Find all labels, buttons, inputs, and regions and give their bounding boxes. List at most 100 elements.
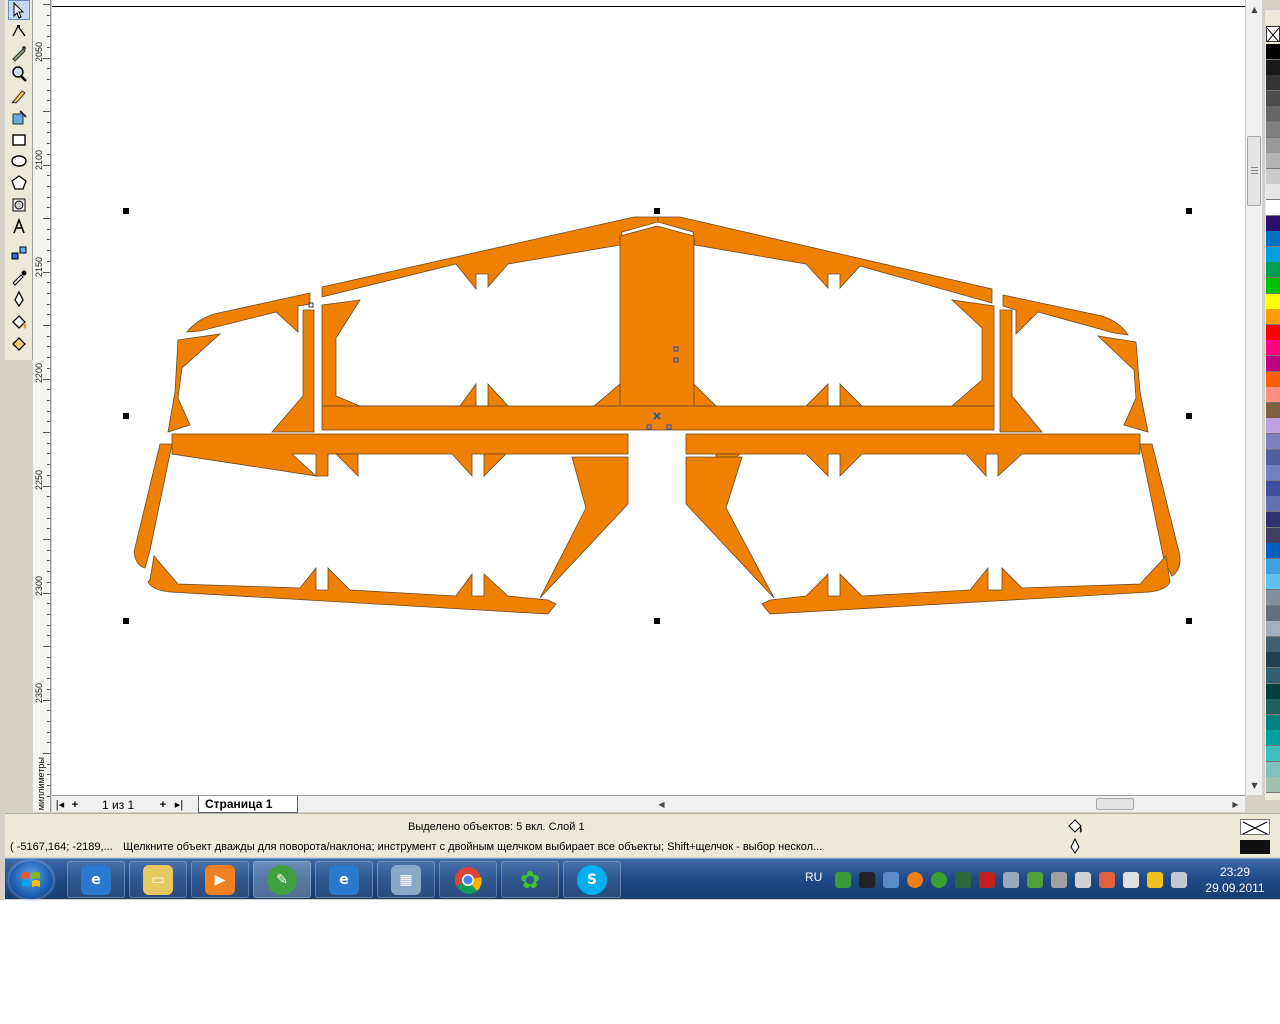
tray-icon[interactable]	[955, 872, 971, 888]
scroll-up-icon[interactable]: ▲	[1247, 2, 1262, 17]
palette-swatch[interactable]	[1266, 668, 1280, 684]
volume-icon[interactable]	[1099, 872, 1115, 888]
palette-swatch[interactable]	[1266, 59, 1280, 76]
tray-icon[interactable]	[883, 872, 899, 888]
palette-swatch[interactable]	[1266, 122, 1280, 138]
tray-icon[interactable]	[1051, 872, 1067, 888]
palette-swatch[interactable]	[1266, 480, 1280, 497]
palette-swatch[interactable]	[1266, 636, 1280, 653]
palette-swatch[interactable]	[1266, 683, 1280, 700]
blend-tool-icon[interactable]	[8, 243, 30, 263]
rectangle-tool-icon[interactable]	[8, 130, 30, 150]
utorrent-icon[interactable]	[931, 872, 947, 888]
palette-swatch[interactable]	[1266, 231, 1280, 248]
taskbar-chrome-button[interactable]	[439, 861, 497, 898]
palette-swatch[interactable]	[1266, 262, 1280, 279]
horizontal-scroll-thumb[interactable]	[1096, 798, 1134, 810]
palette-swatch[interactable]	[1266, 137, 1280, 154]
palette-swatch[interactable]	[1266, 278, 1280, 294]
palette-swatch[interactable]	[1266, 558, 1280, 575]
palette-swatch[interactable]	[1266, 496, 1280, 513]
palette-swatch[interactable]	[1266, 714, 1280, 731]
interactive-fill-icon[interactable]	[8, 334, 30, 354]
taskbar-ie2-button[interactable]: e	[315, 861, 373, 898]
last-page-icon[interactable]: ▸|	[172, 797, 186, 812]
fill-bucket-icon[interactable]	[1067, 818, 1083, 834]
taskbar-ie-button[interactable]: e	[67, 861, 125, 898]
palette-swatch[interactable]	[1266, 293, 1280, 310]
first-page-icon[interactable]: |◂	[54, 797, 66, 812]
palette-swatch[interactable]	[1266, 324, 1280, 341]
palette-swatch[interactable]	[1266, 371, 1280, 388]
drawing-canvas[interactable]	[52, 0, 1245, 795]
tray-icon[interactable]	[907, 872, 923, 888]
start-button[interactable]	[9, 861, 53, 899]
palette-swatch[interactable]	[1266, 465, 1280, 482]
smart-fill-icon[interactable]	[8, 108, 30, 128]
palette-swatch[interactable]	[1266, 527, 1280, 544]
scroll-down-icon[interactable]: ▼	[1247, 778, 1262, 793]
polygon-tool-icon[interactable]	[8, 173, 30, 193]
palette-swatch[interactable]	[1266, 200, 1280, 216]
taskbar-explorer-button[interactable]: ▭	[129, 861, 187, 898]
text-tool-icon[interactable]	[8, 216, 30, 236]
flag-icon[interactable]	[1123, 872, 1139, 888]
tray-icon[interactable]	[979, 872, 995, 888]
palette-swatch[interactable]	[1266, 246, 1280, 263]
palette-swatch[interactable]	[1266, 44, 1280, 60]
palette-swatch[interactable]	[1266, 215, 1280, 232]
palette-swatch[interactable]	[1266, 699, 1280, 716]
palette-swatch[interactable]	[1266, 543, 1280, 560]
palette-swatch[interactable]	[1266, 512, 1280, 528]
palette-swatch[interactable]	[1266, 387, 1280, 404]
palette-swatch[interactable]	[1266, 75, 1280, 92]
outline-pen-icon[interactable]	[8, 289, 30, 309]
scroll-right-icon[interactable]: ▶	[1228, 797, 1243, 812]
outline-color-swatch[interactable]	[1240, 840, 1270, 854]
steam-icon[interactable]	[859, 872, 875, 888]
vertical-scrollbar[interactable]: ▲ ▼	[1245, 0, 1262, 795]
palette-swatch[interactable]	[1266, 153, 1280, 170]
zoom-tool-icon[interactable]	[8, 64, 30, 84]
eyedropper-icon[interactable]	[8, 267, 30, 287]
smear-tool-icon[interactable]	[8, 43, 30, 63]
network-icon[interactable]	[1147, 872, 1163, 888]
tray-icon[interactable]	[835, 872, 851, 888]
outline-pen-icon[interactable]	[1067, 838, 1083, 854]
taskbar-coreldraw-button[interactable]: ✎	[253, 861, 311, 898]
basic-shapes-icon[interactable]	[8, 195, 30, 215]
no-color-swatch[interactable]	[1266, 26, 1280, 43]
palette-swatch[interactable]	[1266, 90, 1280, 107]
palette-swatch[interactable]	[1266, 449, 1280, 466]
clock-time[interactable]: 23:29	[1205, 865, 1265, 879]
palette-swatch[interactable]	[1266, 184, 1280, 201]
pick-tool-icon[interactable]	[8, 0, 30, 20]
palette-swatch[interactable]	[1266, 574, 1280, 591]
taskbar-calculator-button[interactable]: ▦	[377, 861, 435, 898]
vertical-ruler[interactable]: 2050 2100 2150 2200 2250 2300 2350	[33, 0, 51, 812]
palette-swatch[interactable]	[1266, 730, 1280, 747]
drawing-svg[interactable]	[52, 0, 1245, 795]
freehand-tool-icon[interactable]	[8, 86, 30, 106]
palette-swatch[interactable]	[1266, 434, 1280, 450]
palette-swatch[interactable]	[1266, 746, 1280, 762]
tray-icon[interactable]	[1003, 872, 1019, 888]
speaker-icon[interactable]	[1171, 872, 1187, 888]
palette-swatch[interactable]	[1266, 356, 1280, 372]
clock-date[interactable]: 29.09.2011	[1201, 881, 1269, 895]
palette-swatch[interactable]	[1266, 340, 1280, 357]
palette-swatch[interactable]	[1266, 168, 1280, 185]
fill-bucket-icon[interactable]	[8, 312, 30, 332]
palette-swatch[interactable]	[1266, 777, 1280, 794]
palette-swatch[interactable]	[1266, 621, 1280, 638]
horizontal-scrollbar[interactable]: ◀ ▶	[652, 795, 1245, 812]
palette-swatch[interactable]	[1266, 590, 1280, 606]
fill-color-swatch[interactable]	[1240, 819, 1270, 835]
palette-swatch[interactable]	[1266, 761, 1280, 778]
ellipse-tool-icon[interactable]	[8, 151, 30, 171]
palette-swatch[interactable]	[1266, 106, 1280, 123]
palette-swatch[interactable]	[1266, 652, 1280, 669]
page-tab[interactable]: Страница 1	[198, 796, 298, 813]
palette-swatch[interactable]	[1266, 309, 1280, 326]
add-page-before-icon[interactable]: +	[68, 797, 82, 812]
